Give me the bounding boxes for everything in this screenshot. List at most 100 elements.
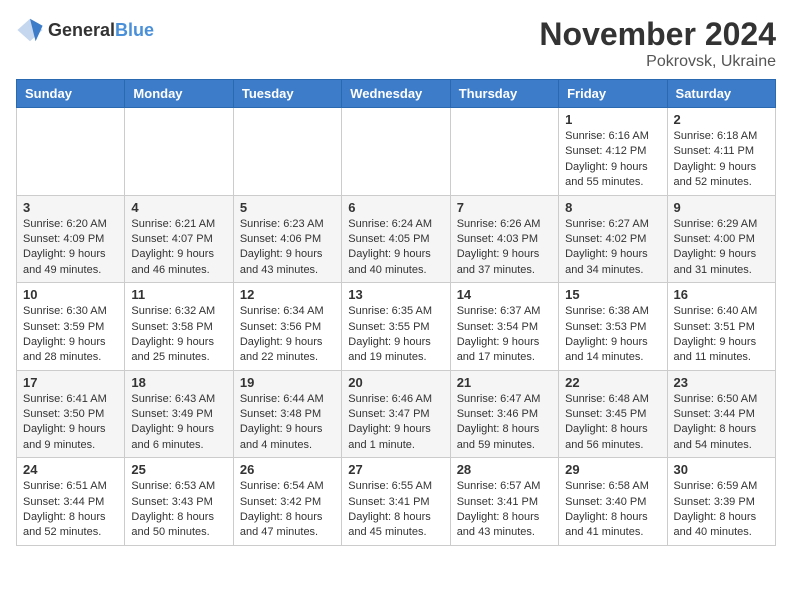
day-number: 13 <box>348 287 443 302</box>
day-cell: 12 Sunrise: 6:34 AMSunset: 3:56 PMDayligh… <box>233 283 341 371</box>
day-number: 17 <box>23 375 118 390</box>
day-info: Sunrise: 6:51 AMSunset: 3:44 PMDaylight:… <box>23 479 118 541</box>
day-cell: 18 Sunrise: 6:43 AMSunset: 3:49 PMDayligh… <box>125 370 233 458</box>
day-number: 24 <box>23 462 118 477</box>
month-title: November 2024 <box>539 16 776 53</box>
day-cell: 29 Sunrise: 6:58 AMSunset: 3:40 PMDayligh… <box>559 458 667 546</box>
day-number: 25 <box>131 462 226 477</box>
day-info: Sunrise: 6:44 AMSunset: 3:48 PMDaylight:… <box>240 392 335 454</box>
logo-blue-text: Blue <box>115 20 154 40</box>
day-cell: 7 Sunrise: 6:26 AMSunset: 4:03 PMDaylight… <box>450 195 558 283</box>
day-cell: 16 Sunrise: 6:40 AMSunset: 3:51 PMDayligh… <box>667 283 775 371</box>
week-row-5: 24 Sunrise: 6:51 AMSunset: 3:44 PMDayligh… <box>17 458 776 546</box>
day-number: 19 <box>240 375 335 390</box>
weekday-header-wednesday: Wednesday <box>342 80 450 108</box>
day-info: Sunrise: 6:57 AMSunset: 3:41 PMDaylight:… <box>457 479 552 541</box>
location-title: Pokrovsk, Ukraine <box>539 53 776 71</box>
day-info: Sunrise: 6:16 AMSunset: 4:12 PMDaylight:… <box>565 129 660 191</box>
day-info: Sunrise: 6:20 AMSunset: 4:09 PMDaylight:… <box>23 217 118 279</box>
day-cell: 10 Sunrise: 6:30 AMSunset: 3:59 PMDayligh… <box>17 283 125 371</box>
day-cell: 5 Sunrise: 6:23 AMSunset: 4:06 PMDaylight… <box>233 195 341 283</box>
day-number: 18 <box>131 375 226 390</box>
day-info: Sunrise: 6:46 AMSunset: 3:47 PMDaylight:… <box>348 392 443 454</box>
logo: GeneralBlue <box>16 16 154 44</box>
day-info: Sunrise: 6:48 AMSunset: 3:45 PMDaylight:… <box>565 392 660 454</box>
day-number: 16 <box>674 287 769 302</box>
day-cell: 24 Sunrise: 6:51 AMSunset: 3:44 PMDayligh… <box>17 458 125 546</box>
day-info: Sunrise: 6:37 AMSunset: 3:54 PMDaylight:… <box>457 304 552 366</box>
day-info: Sunrise: 6:55 AMSunset: 3:41 PMDaylight:… <box>348 479 443 541</box>
day-info: Sunrise: 6:47 AMSunset: 3:46 PMDaylight:… <box>457 392 552 454</box>
week-row-2: 3Sunrise: 6:20 AMSunset: 4:09 PMDaylight… <box>17 195 776 283</box>
day-cell: 3Sunrise: 6:20 AMSunset: 4:09 PMDaylight… <box>17 195 125 283</box>
day-cell: 1 Sunrise: 6:16 AMSunset: 4:12 PMDaylight… <box>559 108 667 196</box>
day-number: 7 <box>457 200 552 215</box>
day-number: 6 <box>348 200 443 215</box>
week-row-3: 10 Sunrise: 6:30 AMSunset: 3:59 PMDayligh… <box>17 283 776 371</box>
day-cell: 2Sunrise: 6:18 AMSunset: 4:11 PMDaylight… <box>667 108 775 196</box>
day-number: 22 <box>565 375 660 390</box>
day-info: Sunrise: 6:27 AMSunset: 4:02 PMDaylight:… <box>565 217 660 279</box>
day-number: 29 <box>565 462 660 477</box>
day-info: Sunrise: 6:34 AMSunset: 3:56 PMDaylight:… <box>240 304 335 366</box>
day-info: Sunrise: 6:23 AMSunset: 4:06 PMDaylight:… <box>240 217 335 279</box>
day-info: Sunrise: 6:26 AMSunset: 4:03 PMDaylight:… <box>457 217 552 279</box>
day-number: 4 <box>131 200 226 215</box>
day-number: 27 <box>348 462 443 477</box>
day-cell: 13 Sunrise: 6:35 AMSunset: 3:55 PMDayligh… <box>342 283 450 371</box>
weekday-header-tuesday: Tuesday <box>233 80 341 108</box>
weekday-header-sunday: Sunday <box>17 80 125 108</box>
day-cell: 11Sunrise: 6:32 AMSunset: 3:58 PMDayligh… <box>125 283 233 371</box>
day-number: 20 <box>348 375 443 390</box>
day-number: 10 <box>23 287 118 302</box>
day-cell: 9Sunrise: 6:29 AMSunset: 4:00 PMDaylight… <box>667 195 775 283</box>
day-cell <box>342 108 450 196</box>
day-cell: 6 Sunrise: 6:24 AMSunset: 4:05 PMDaylight… <box>342 195 450 283</box>
day-cell: 21 Sunrise: 6:47 AMSunset: 3:46 PMDayligh… <box>450 370 558 458</box>
calendar-table: SundayMondayTuesdayWednesdayThursdayFrid… <box>16 79 776 546</box>
day-cell: 27 Sunrise: 6:55 AMSunset: 3:41 PMDayligh… <box>342 458 450 546</box>
day-cell <box>450 108 558 196</box>
day-info: Sunrise: 6:58 AMSunset: 3:40 PMDaylight:… <box>565 479 660 541</box>
day-number: 26 <box>240 462 335 477</box>
day-cell: 23Sunrise: 6:50 AMSunset: 3:44 PMDayligh… <box>667 370 775 458</box>
day-cell: 8 Sunrise: 6:27 AMSunset: 4:02 PMDaylight… <box>559 195 667 283</box>
day-info: Sunrise: 6:50 AMSunset: 3:44 PMDaylight:… <box>674 392 769 454</box>
day-cell: 28 Sunrise: 6:57 AMSunset: 3:41 PMDayligh… <box>450 458 558 546</box>
day-info: Sunrise: 6:32 AMSunset: 3:58 PMDaylight:… <box>131 304 226 366</box>
day-cell: 14Sunrise: 6:37 AMSunset: 3:54 PMDayligh… <box>450 283 558 371</box>
day-info: Sunrise: 6:38 AMSunset: 3:53 PMDaylight:… <box>565 304 660 366</box>
day-number: 1 <box>565 112 660 127</box>
weekday-header-friday: Friday <box>559 80 667 108</box>
day-number: 15 <box>565 287 660 302</box>
day-number: 5 <box>240 200 335 215</box>
weekday-header-monday: Monday <box>125 80 233 108</box>
weekday-header-row: SundayMondayTuesdayWednesdayThursdayFrid… <box>17 80 776 108</box>
day-info: Sunrise: 6:24 AMSunset: 4:05 PMDaylight:… <box>348 217 443 279</box>
day-info: Sunrise: 6:43 AMSunset: 3:49 PMDaylight:… <box>131 392 226 454</box>
day-number: 28 <box>457 462 552 477</box>
logo-icon <box>16 16 44 44</box>
day-info: Sunrise: 6:59 AMSunset: 3:39 PMDaylight:… <box>674 479 769 541</box>
page-header: GeneralBlue November 2024 Pokrovsk, Ukra… <box>16 16 776 71</box>
day-cell <box>125 108 233 196</box>
week-row-1: 1 Sunrise: 6:16 AMSunset: 4:12 PMDaylight… <box>17 108 776 196</box>
day-info: Sunrise: 6:41 AMSunset: 3:50 PMDaylight:… <box>23 392 118 454</box>
day-info: Sunrise: 6:35 AMSunset: 3:55 PMDaylight:… <box>348 304 443 366</box>
day-number: 12 <box>240 287 335 302</box>
day-number: 2 <box>674 112 769 127</box>
day-number: 21 <box>457 375 552 390</box>
day-number: 9 <box>674 200 769 215</box>
day-cell <box>17 108 125 196</box>
day-info: Sunrise: 6:53 AMSunset: 3:43 PMDaylight:… <box>131 479 226 541</box>
day-cell: 30Sunrise: 6:59 AMSunset: 3:39 PMDayligh… <box>667 458 775 546</box>
day-cell: 26Sunrise: 6:54 AMSunset: 3:42 PMDayligh… <box>233 458 341 546</box>
day-info: Sunrise: 6:21 AMSunset: 4:07 PMDaylight:… <box>131 217 226 279</box>
day-cell: 15 Sunrise: 6:38 AMSunset: 3:53 PMDayligh… <box>559 283 667 371</box>
day-cell: 17 Sunrise: 6:41 AMSunset: 3:50 PMDayligh… <box>17 370 125 458</box>
day-cell: 4 Sunrise: 6:21 AMSunset: 4:07 PMDaylight… <box>125 195 233 283</box>
day-info: Sunrise: 6:30 AMSunset: 3:59 PMDaylight:… <box>23 304 118 366</box>
day-info: Sunrise: 6:40 AMSunset: 3:51 PMDaylight:… <box>674 304 769 366</box>
day-cell: 19 Sunrise: 6:44 AMSunset: 3:48 PMDayligh… <box>233 370 341 458</box>
day-number: 8 <box>565 200 660 215</box>
